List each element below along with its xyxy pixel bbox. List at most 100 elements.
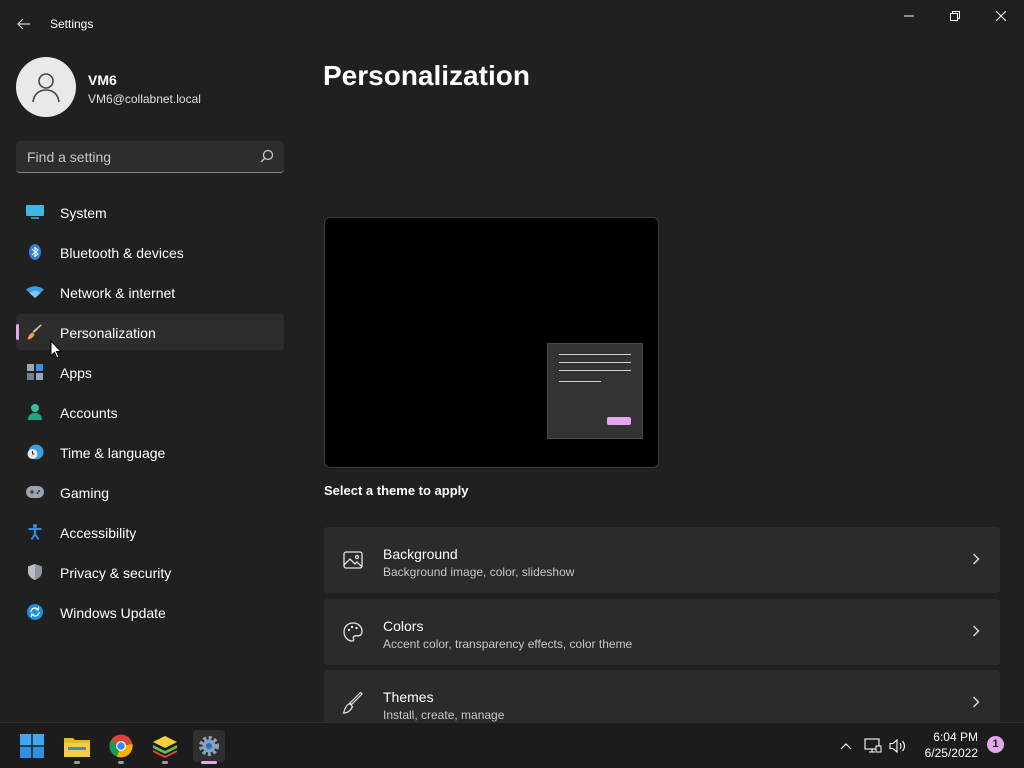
settings-icon <box>199 736 219 756</box>
user-name: VM6 <box>88 72 117 88</box>
restore-icon <box>950 11 960 21</box>
shield-icon <box>26 564 44 580</box>
sidebar-nav: System Bluetooth & devices Network & int… <box>16 194 284 634</box>
clock-time: 6:04 PM <box>933 730 978 744</box>
app-title: Settings <box>50 17 94 31</box>
chevron-right-icon <box>973 696 980 708</box>
accessibility-icon <box>26 524 44 540</box>
sidebar-item-accessibility[interactable]: Accessibility <box>16 514 284 550</box>
sidebar-item-label: Accessibility <box>60 525 137 541</box>
network-tray-button[interactable] <box>862 735 884 757</box>
chevron-right-icon <box>973 625 980 637</box>
user-profile[interactable]: VM6 VM6@collabnet.local <box>16 57 286 117</box>
taskbar-bluestacks[interactable] <box>149 730 181 764</box>
clock-date: 6/25/2022 <box>924 746 978 760</box>
search-input[interactable]: Find a setting <box>16 141 284 173</box>
setting-card-colors[interactable]: Colors Accent color, transparency effect… <box>324 599 1000 665</box>
sidebar-item-label: Windows Update <box>60 605 166 621</box>
gamepad-icon <box>26 484 44 500</box>
minimize-icon <box>904 15 914 17</box>
sidebar-item-bluetooth[interactable]: Bluetooth & devices <box>16 234 284 270</box>
brush-icon <box>342 692 363 714</box>
network-icon <box>864 738 882 753</box>
setting-card-themes[interactable]: Themes Install, create, manage <box>324 670 1000 722</box>
title-bar: Settings <box>0 0 1024 48</box>
search-icon <box>260 149 274 163</box>
apps-icon <box>26 364 44 380</box>
card-subtitle: Install, create, manage <box>383 708 505 722</box>
taskbar-clock[interactable]: 6:04 PM 6/25/2022 <box>906 729 978 761</box>
sidebar-item-privacy[interactable]: Privacy & security <box>16 554 284 590</box>
bluetooth-icon <box>26 244 44 260</box>
taskbar-file-explorer[interactable] <box>61 730 93 764</box>
person-icon <box>32 73 60 103</box>
back-button[interactable] <box>12 12 36 36</box>
sidebar-item-network[interactable]: Network & internet <box>16 274 284 310</box>
sidebar-item-label: Apps <box>60 365 92 381</box>
page-title: Personalization <box>323 60 530 91</box>
file-explorer-icon <box>64 738 90 757</box>
chrome-icon <box>109 734 133 758</box>
monitor-icon <box>26 204 44 220</box>
card-title: Background <box>383 546 458 562</box>
bluestacks-icon <box>153 736 177 758</box>
sidebar-item-label: Privacy & security <box>60 565 172 581</box>
preview-window <box>547 343 643 439</box>
preview-line <box>559 381 601 382</box>
selection-indicator <box>16 324 19 340</box>
preview-line <box>559 370 631 371</box>
close-icon <box>996 11 1006 21</box>
sidebar-item-label: Gaming <box>60 485 110 501</box>
sidebar-item-label: Bluetooth & devices <box>60 245 184 261</box>
chevron-up-icon <box>840 743 852 750</box>
card-clip-area: Themes Install, create, manage <box>324 670 1000 722</box>
start-button[interactable] <box>16 730 48 762</box>
image-icon <box>343 551 363 569</box>
notification-badge[interactable]: 1 <box>987 736 1004 753</box>
search-placeholder: Find a setting <box>27 149 112 165</box>
clock-globe-icon <box>26 444 44 460</box>
taskbar-settings[interactable] <box>193 730 225 764</box>
palette-icon <box>343 622 363 642</box>
sidebar-item-label: Personalization <box>60 325 156 341</box>
setting-card-background[interactable]: Background Background image, color, slid… <box>324 527 1000 593</box>
preview-accent-button <box>607 417 631 425</box>
preview-line <box>559 354 631 355</box>
back-arrow-icon <box>17 18 30 30</box>
chevron-right-icon <box>973 553 980 565</box>
taskbar: 6:04 PM 6/25/2022 1 <box>0 722 1024 768</box>
taskbar-chrome[interactable] <box>105 730 137 764</box>
sidebar-item-system[interactable]: System <box>16 194 284 230</box>
person-icon <box>26 404 44 420</box>
running-indicator <box>74 761 80 764</box>
avatar[interactable] <box>16 57 76 117</box>
show-hidden-icons-button[interactable] <box>835 735 857 757</box>
sidebar-item-label: Accounts <box>60 405 118 421</box>
preview-line <box>559 362 631 363</box>
update-icon <box>26 604 44 620</box>
start-icon <box>20 734 44 758</box>
close-button[interactable] <box>978 0 1024 32</box>
theme-preview <box>324 217 659 468</box>
theme-caption: Select a theme to apply <box>324 483 469 498</box>
sidebar-item-gaming[interactable]: Gaming <box>16 474 284 510</box>
volume-icon <box>889 738 906 754</box>
running-indicator <box>162 761 168 764</box>
card-title: Themes <box>383 689 434 705</box>
sidebar-item-label: Network & internet <box>60 285 176 301</box>
sidebar-item-label: Time & language <box>60 445 166 461</box>
brush-icon <box>26 324 44 340</box>
wifi-icon <box>26 284 44 300</box>
card-subtitle: Background image, color, slideshow <box>383 565 575 579</box>
card-subtitle: Accent color, transparency effects, colo… <box>383 637 633 651</box>
sidebar-item-accounts[interactable]: Accounts <box>16 394 284 430</box>
restore-button[interactable] <box>932 0 978 32</box>
running-indicator <box>118 761 124 764</box>
sidebar-item-apps[interactable]: Apps <box>16 354 284 390</box>
sidebar-item-label: System <box>60 205 107 221</box>
sidebar-item-windows-update[interactable]: Windows Update <box>16 594 284 630</box>
active-app-indicator <box>201 761 217 764</box>
minimize-button[interactable] <box>886 0 932 32</box>
sidebar-item-time-language[interactable]: Time & language <box>16 434 284 470</box>
user-email: VM6@collabnet.local <box>88 92 201 106</box>
